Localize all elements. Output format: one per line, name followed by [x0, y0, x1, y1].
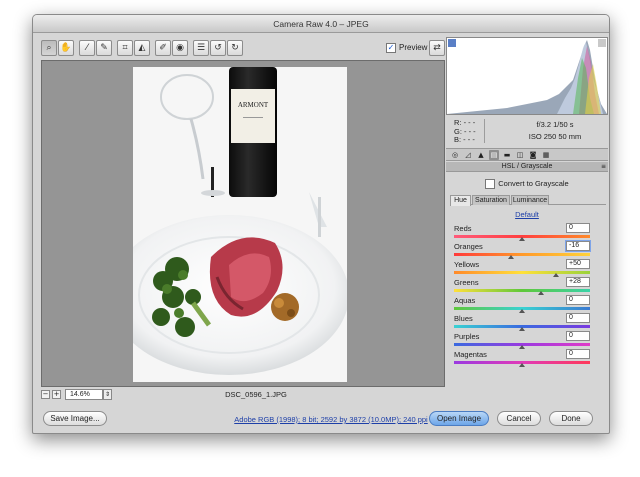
detail-tab-icon[interactable]: ▲	[476, 150, 486, 160]
svg-text:ARMONT: ARMONT	[238, 101, 269, 109]
panel-header: HSL / Grayscale ≡	[446, 162, 608, 172]
slider-greens: Greens +28	[454, 277, 604, 296]
slider-thumb[interactable]	[519, 309, 525, 313]
iso-focal: ISO 250 50 mm	[528, 132, 582, 141]
tab-hue[interactable]: Hue	[450, 195, 471, 206]
done-button[interactable]: Done	[549, 411, 593, 426]
slider-label: Purples	[454, 332, 480, 341]
default-link[interactable]: Default	[446, 210, 608, 220]
slider-thumb[interactable]	[538, 291, 545, 295]
slider-magentas: Magentas 0	[454, 349, 604, 368]
dialog-buttons: Save Image... Adobe RGB (1998); 8 bit; 2…	[33, 407, 609, 433]
panel-title: HSL / Grayscale	[501, 163, 553, 170]
status-bar: − + 14.6% ⇕ DSC_0596_1.JPG	[41, 389, 445, 401]
hsl-tab-icon[interactable]: ▤	[489, 150, 499, 160]
adjustment-panel: R: - - - G: - - - B: - - - f/3.2 1/50 s …	[446, 37, 608, 405]
slider-label: Oranges	[454, 242, 483, 251]
straighten-icon[interactable]: ◭	[134, 40, 150, 56]
cancel-button[interactable]: Cancel	[497, 411, 541, 426]
slider-aquas: Aquas 0	[454, 295, 604, 314]
slider-label: Blues	[454, 314, 473, 323]
slider-thumb[interactable]	[519, 363, 525, 367]
hand-icon[interactable]: ✋	[58, 40, 74, 56]
slider-track[interactable]	[454, 253, 590, 256]
image-canvas[interactable]: ARMONT	[41, 60, 445, 387]
rotate-left-icon[interactable]: ↺	[210, 40, 226, 56]
food-photo: ARMONT	[133, 67, 347, 382]
zoom-icon[interactable]: ⌕	[41, 40, 57, 56]
grayscale-checkbox[interactable]	[485, 179, 496, 190]
histogram	[446, 37, 608, 115]
grayscale-label: Convert to Grayscale	[498, 179, 569, 188]
lens-tab-icon[interactable]: ◫	[515, 150, 525, 160]
slider-label: Aquas	[454, 296, 476, 305]
slider-thumb[interactable]	[519, 345, 525, 349]
b-value: B: - - -	[454, 135, 475, 144]
panel-tab-icons: ◎ ◿ ▲ ▤ ▬ ◫ ◙ ▦	[446, 148, 608, 161]
panel-menu-icon[interactable]: ≡	[601, 162, 606, 172]
color-sampler-icon[interactable]: ✎	[96, 40, 112, 56]
slider-value-field[interactable]: 0	[566, 349, 590, 359]
presets-tab-icon[interactable]: ▦	[541, 150, 551, 160]
slider-value-field[interactable]: -16	[566, 241, 590, 251]
save-image-button[interactable]: Save Image...	[43, 411, 107, 426]
tab-luminance[interactable]: Luminance	[511, 195, 549, 205]
slider-value-field[interactable]: 0	[566, 223, 590, 233]
fullscreen-icon[interactable]: ⇄	[429, 40, 445, 56]
slider-label: Yellows	[454, 260, 480, 269]
slider-value-field[interactable]: 0	[566, 331, 590, 341]
slider-value-field[interactable]: 0	[566, 295, 590, 305]
slider-value-field[interactable]: +28	[566, 277, 590, 287]
slider-value-field[interactable]: +50	[566, 259, 590, 269]
slider-thumb[interactable]	[519, 327, 525, 331]
slider-blues: Blues 0	[454, 313, 604, 332]
retouch-icon[interactable]: ✐	[155, 40, 171, 56]
grayscale-toggle[interactable]: Convert to Grayscale	[446, 178, 608, 190]
aperture-shutter: f/3.2 1/50 s	[536, 120, 574, 129]
tab-saturation[interactable]: Saturation	[472, 195, 510, 205]
rotate-right-icon[interactable]: ↻	[227, 40, 243, 56]
histogram-graph	[447, 39, 607, 114]
zoom-out-button[interactable]: −	[41, 390, 50, 399]
red-eye-icon[interactable]: ◉	[172, 40, 188, 56]
file-name: DSC_0596_1.JPG	[225, 390, 287, 399]
slider-label: Greens	[454, 278, 479, 287]
split-toning-tab-icon[interactable]: ▬	[502, 150, 512, 160]
slider-thumb[interactable]	[519, 237, 525, 241]
photo-preview: ARMONT	[133, 67, 347, 382]
white-balance-icon[interactable]: ⁄	[79, 40, 95, 56]
zoom-dropdown-icon[interactable]: ⇕	[103, 389, 112, 400]
open-image-button[interactable]: Open Image	[429, 411, 489, 426]
slider-yellows: Yellows +50	[454, 259, 604, 278]
rgb-readout: R: - - - G: - - - B: - - -	[454, 118, 476, 145]
slider-oranges: Oranges -16	[454, 241, 604, 260]
preview-toggle[interactable]: ✓ Preview	[386, 42, 427, 55]
slider-thumb[interactable]	[508, 255, 515, 259]
camera-readout: R: - - - G: - - - B: - - - f/3.2 1/50 s …	[446, 117, 608, 147]
slider-reds: Reds 0	[454, 223, 604, 242]
preview-label: Preview	[399, 43, 428, 52]
preferences-icon[interactable]: ☰	[193, 40, 209, 56]
crop-icon[interactable]: ⌗	[117, 40, 133, 56]
slider-thumb[interactable]	[553, 273, 559, 277]
tone-curve-tab-icon[interactable]: ◿	[463, 150, 473, 160]
hsl-subtabs: Hue Saturation Luminance	[450, 195, 606, 206]
toolbar: ⌕ ✋ ⁄ ✎ ⌗ ◭ ✐ ◉ ☰ ↺ ↻ ✓ Preview ⇄	[41, 40, 445, 56]
slider-label: Reds	[454, 224, 472, 233]
basic-tab-icon[interactable]: ◎	[450, 150, 460, 160]
zoom-level-field[interactable]: 14.6%	[65, 389, 103, 400]
slider-label: Magentas	[454, 350, 487, 359]
slider-track[interactable]	[454, 271, 590, 274]
slider-track[interactable]	[454, 289, 590, 292]
readout-divider	[484, 119, 485, 143]
slider-value-field[interactable]: 0	[566, 313, 590, 323]
camera-raw-window: Camera Raw 4.0 – JPEG ⌕ ✋ ⁄ ✎ ⌗ ◭ ✐ ◉ ☰ …	[32, 14, 610, 434]
preview-checkbox[interactable]: ✓	[386, 42, 396, 53]
camera-calibration-tab-icon[interactable]: ◙	[528, 150, 538, 160]
slider-purples: Purples 0	[454, 331, 604, 350]
zoom-in-button[interactable]: +	[52, 390, 61, 399]
workflow-options-link[interactable]: Adobe RGB (1998); 8 bit; 2592 by 3872 (1…	[211, 415, 451, 425]
window-title: Camera Raw 4.0 – JPEG	[33, 15, 609, 33]
